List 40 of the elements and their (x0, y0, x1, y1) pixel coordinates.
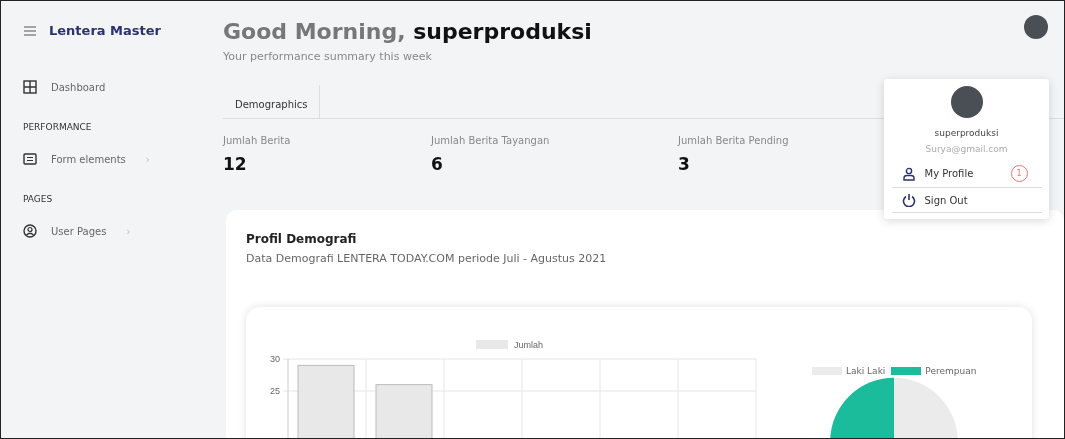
grid-icon (23, 80, 37, 94)
chart-legend: Jumlah (476, 340, 543, 350)
stat-label: Jumlah Berita (223, 135, 292, 146)
legend-label: Laki Laki (846, 366, 886, 376)
menu-item[interactable]: My Profile 1 (891, 160, 1042, 188)
axis-tick-label: 25 (270, 386, 280, 396)
user-circle-icon (23, 224, 37, 238)
menu-item-label: My Profile (924, 168, 974, 179)
bar (375, 384, 433, 438)
stat-label: Jumlah Berita Pending (678, 135, 789, 146)
brand-title: Lentera Master (49, 23, 161, 38)
axis-tick-label: 30 (270, 354, 280, 364)
greeting-subtitle: Your performance summary this week (223, 50, 433, 63)
chevron-icon: › (145, 153, 150, 165)
sidebar-item[interactable]: Dashboard (51, 81, 106, 93)
avatar (950, 86, 983, 118)
tab[interactable]: Demographics (223, 85, 321, 118)
power-icon (901, 193, 916, 207)
chevron-icon: › (126, 225, 131, 237)
legend-label: Perempuan (925, 366, 977, 376)
sidebar-item[interactable]: User Pages (51, 225, 107, 237)
user-name: superproduksi (934, 128, 999, 138)
person-icon (901, 166, 916, 181)
list-icon (23, 152, 37, 166)
stat-value: 12 (223, 154, 248, 174)
legend-label: Jumlah (514, 340, 544, 350)
section-heading: PERFORMANCE (23, 122, 93, 132)
user-email: Surya@gmail.com (925, 144, 1008, 154)
stat-label: Jumlah Berita Tayangan (431, 135, 551, 146)
section-heading: PAGES (23, 194, 54, 204)
stat-value: 6 (431, 154, 444, 174)
menu-item[interactable]: Sign Out (891, 188, 1042, 213)
avatar[interactable] (1024, 15, 1048, 39)
menu-item-label: Sign Out (924, 194, 968, 206)
sidebar-item[interactable]: Form elements (51, 153, 126, 165)
greeting-title: Good Morning, superproduksi (223, 19, 592, 44)
card-title: Profil Demografi (246, 232, 358, 246)
stat-value: 3 (678, 154, 691, 174)
card-subtitle: Data Demografi LENTERA TODAY.COM periode Juli - Agustus 2021 (246, 252, 608, 265)
menu-icon (23, 24, 37, 37)
